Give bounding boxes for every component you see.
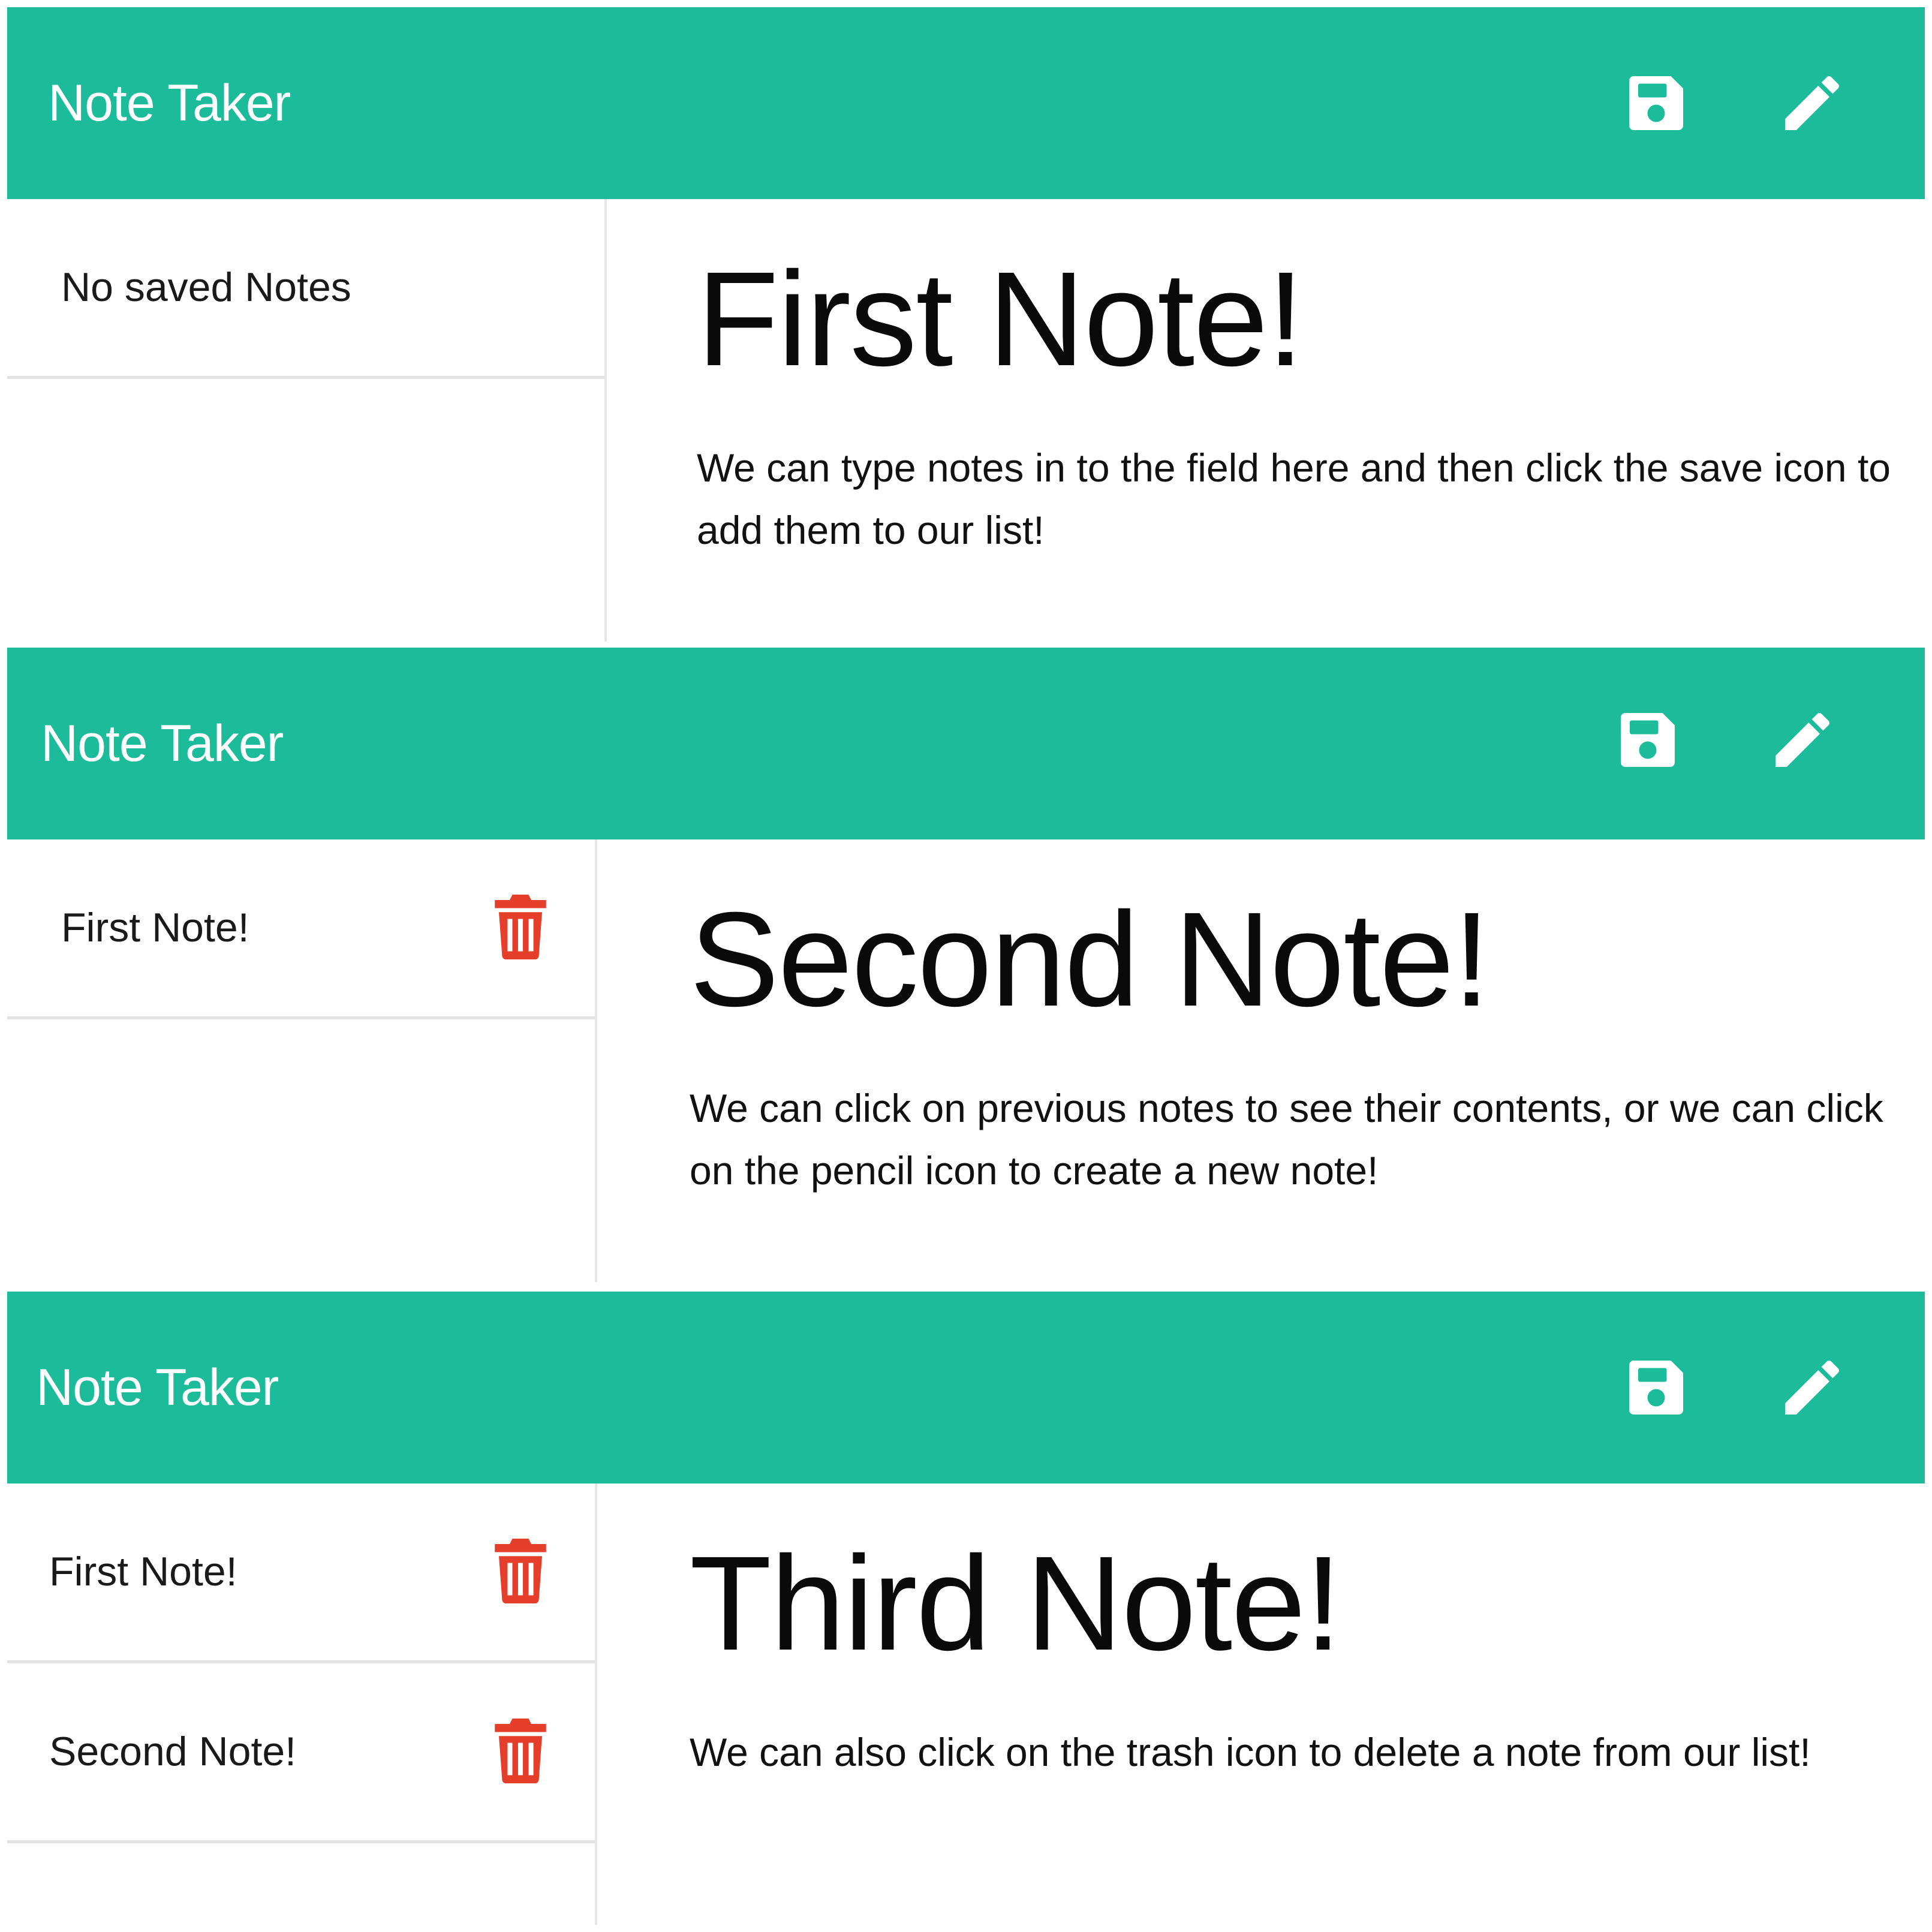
delete-note-button[interactable]	[493, 1539, 548, 1603]
pencil-icon	[1785, 76, 1840, 130]
trash-icon	[495, 895, 546, 959]
note-taker-screen-2: Note Taker First Note! Second Note! We c…	[7, 648, 1925, 1282]
new-note-button[interactable]	[1767, 704, 1838, 776]
pencil-icon	[1785, 1360, 1840, 1415]
save-note-button[interactable]	[1620, 67, 1692, 139]
delete-note-button[interactable]	[493, 1719, 548, 1783]
note-editor[interactable]: Second Note! We can click on previous no…	[690, 839, 1901, 1282]
list-item[interactable]: First Note!	[7, 1483, 595, 1663]
note-editor[interactable]: Third Note! We can also click on the tra…	[690, 1483, 1901, 1925]
save-note-button[interactable]	[1620, 1352, 1692, 1424]
save-icon	[1629, 1361, 1683, 1415]
trash-icon	[495, 1539, 546, 1603]
note-title-input[interactable]: Second Note!	[690, 881, 1901, 1037]
navbar: Note Taker	[7, 648, 1925, 839]
list-item[interactable]: First Note!	[7, 839, 595, 1019]
app-title[interactable]: Note Taker	[41, 648, 284, 839]
empty-notes-message: No saved Notes	[61, 264, 351, 310]
delete-note-button[interactable]	[493, 895, 548, 959]
note-item-title[interactable]: First Note!	[49, 1483, 237, 1660]
save-icon	[1621, 713, 1675, 767]
note-taker-screen-1: Note Taker No saved Notes First Note! We…	[7, 7, 1925, 642]
note-editor[interactable]: First Note! We can type notes in to the …	[697, 199, 1901, 642]
list-item[interactable]: Second Note!	[7, 1663, 595, 1843]
list-item-empty: No saved Notes	[7, 199, 604, 379]
note-text-textarea[interactable]: We can also click on the trash icon to d…	[690, 1721, 1901, 1783]
new-note-button[interactable]	[1776, 1352, 1848, 1424]
note-item-title[interactable]: Second Note!	[49, 1663, 296, 1840]
new-note-button[interactable]	[1776, 67, 1848, 139]
note-taker-screen-3: Note Taker First Note! Second Note! Thir…	[7, 1292, 1925, 1925]
navbar: Note Taker	[7, 7, 1925, 199]
note-text-textarea[interactable]: We can click on previous notes to see th…	[690, 1077, 1895, 1202]
app-title[interactable]: Note Taker	[48, 7, 291, 199]
save-note-button[interactable]	[1612, 704, 1684, 776]
notes-sidebar: No saved Notes	[7, 199, 607, 642]
notes-sidebar: First Note!	[7, 839, 597, 1282]
trash-icon	[495, 1719, 546, 1783]
note-title-input[interactable]: Third Note!	[690, 1525, 1901, 1681]
note-item-title[interactable]: First Note!	[61, 839, 249, 1016]
pencil-icon	[1775, 712, 1830, 767]
notes-sidebar: First Note! Second Note!	[7, 1483, 597, 1925]
app-title[interactable]: Note Taker	[36, 1292, 279, 1483]
note-title-input[interactable]: First Note!	[697, 241, 1901, 397]
save-icon	[1629, 76, 1683, 130]
note-text-textarea[interactable]: We can type notes in to the field here a…	[697, 437, 1902, 561]
navbar: Note Taker	[7, 1292, 1925, 1483]
